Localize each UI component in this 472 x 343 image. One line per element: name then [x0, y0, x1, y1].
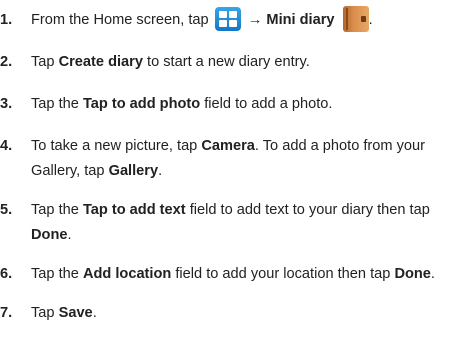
step-7: 7. Tap Save. — [0, 301, 472, 326]
step-text-middle: field to add your location then tap — [171, 266, 395, 282]
camera-label: Camera — [201, 138, 255, 154]
add-location-label: Add location — [82, 266, 172, 282]
step-3: 3. Tap the Tap to add photo field to add… — [0, 92, 472, 117]
step-text-end: . — [158, 163, 163, 179]
step-text-end: . — [67, 227, 72, 243]
step-text: Tap — [31, 54, 59, 70]
tap-to-add-photo-label: Tap to add photo — [82, 96, 201, 112]
step-text-end: field to add a photo. — [200, 96, 333, 112]
step-number: 7. — [0, 305, 13, 321]
arrow-glyph: → — [247, 12, 267, 28]
step-number: 6. — [0, 266, 13, 282]
step-text: Tap the — [31, 202, 83, 218]
save-label: Save — [58, 305, 93, 321]
step-1: 1. From the Home screen, tap → Mini diar… — [0, 5, 472, 33]
tap-to-add-text-label: Tap to add text — [82, 202, 186, 218]
step-number: 1. — [0, 12, 13, 28]
done-label: Done — [31, 227, 68, 243]
step-end: . — [368, 12, 373, 28]
step-text-end: . — [92, 305, 97, 321]
mini-diary-icon — [342, 5, 369, 32]
step-text: Tap the — [31, 266, 83, 282]
apps-grid-icon — [214, 6, 241, 31]
step-text-middle: field to add text to your diary then tap — [185, 202, 430, 218]
step-text: To take a new picture, tap — [31, 138, 202, 154]
step-number: 5. — [0, 202, 13, 218]
done-label: Done — [394, 266, 431, 282]
mini-diary-label: Mini diary — [266, 12, 335, 28]
step-text-end: to start a new diary entry. — [142, 54, 310, 70]
step-4: 4. To take a new picture, tap Camera. To… — [0, 134, 472, 184]
step-text-end: . — [430, 266, 435, 282]
step-5: 5. Tap the Tap to add text field to add … — [0, 198, 472, 248]
instruction-steps: 1. From the Home screen, tap → Mini diar… — [0, 5, 472, 343]
step-text: Tap the — [31, 96, 83, 112]
step-text: From the Home screen, tap — [31, 12, 213, 28]
step-number: 3. — [0, 96, 13, 112]
gallery-label: Gallery — [108, 163, 159, 179]
step-number: 2. — [0, 54, 13, 70]
step-text: Tap — [31, 305, 59, 321]
step-6: 6. Tap the Add location field to add you… — [0, 262, 472, 287]
create-diary-label: Create diary — [58, 54, 143, 70]
step-number: 4. — [0, 138, 13, 154]
step-2: 2. Tap Create diary to start a new diary… — [0, 50, 472, 75]
